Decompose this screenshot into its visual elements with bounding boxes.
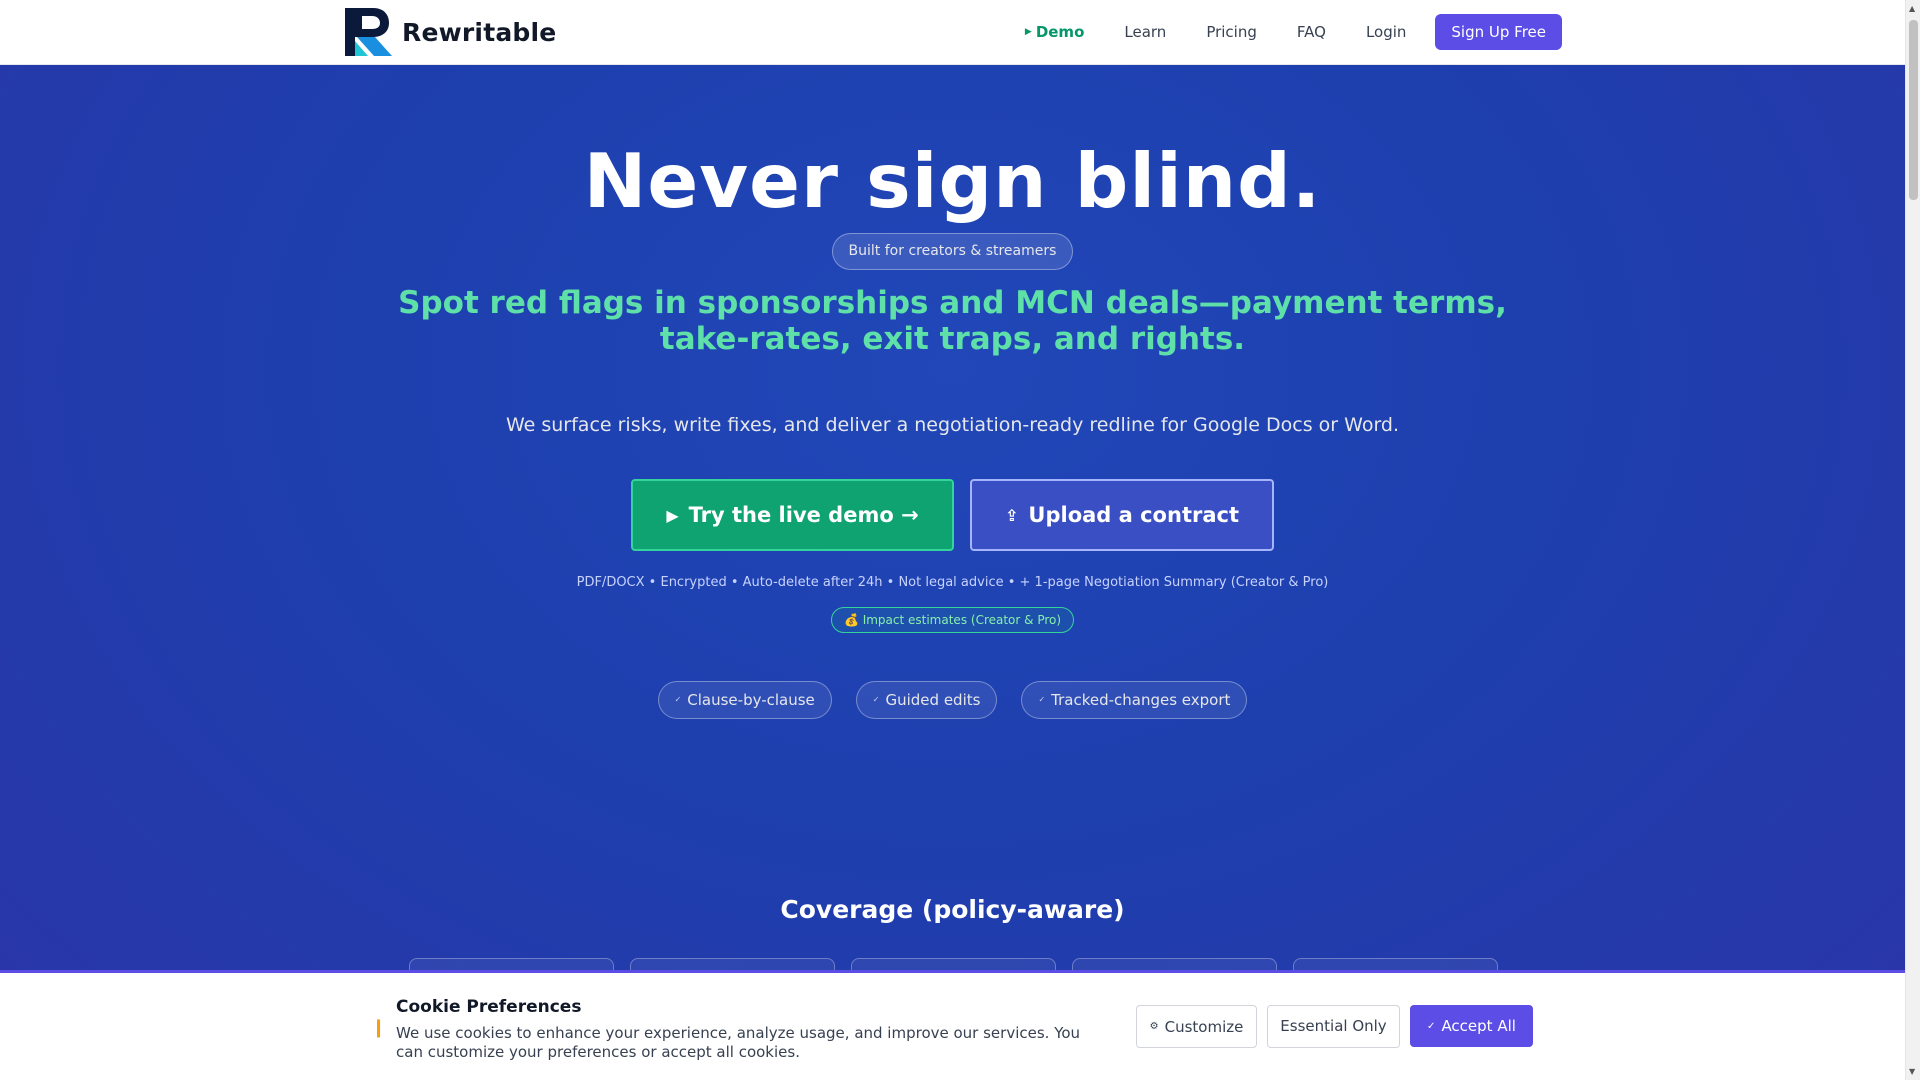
main-nav: ▶ Demo Learn Pricing FAQ Login Sign Up F…	[1025, 14, 1562, 50]
scroll-down-icon[interactable]: ▼	[1909, 1067, 1915, 1076]
cookie-title: Cookie Preferences	[396, 997, 582, 1017]
brand-name: Rewritable	[402, 17, 557, 47]
nav-faq-link[interactable]: FAQ	[1297, 14, 1326, 50]
upload-icon: ⇪	[1005, 505, 1019, 525]
upload-contract-button[interactable]: ⇪ Upload a contract	[970, 479, 1274, 551]
customize-label: Customize	[1164, 1017, 1244, 1036]
nav-demo-link[interactable]: ▶ Demo	[1025, 14, 1084, 50]
scroll-thumb[interactable]	[1909, 20, 1918, 200]
accept-all-button[interactable]: ✓ Accept All	[1410, 1005, 1533, 1047]
check-icon: ✓	[674, 695, 682, 704]
check-icon: ✓	[1427, 1020, 1436, 1032]
check-icon: ✓	[1038, 695, 1046, 704]
feature-chip-label: Guided edits	[885, 691, 981, 709]
hero-lede: We surface risks, write fixes, and deliv…	[505, 414, 1400, 436]
feature-chip: ✓ Guided edits	[855, 681, 998, 719]
cookie-text: We use cookies to enhance your experienc…	[396, 1024, 1081, 1061]
site-header: Rewritable ▶ Demo Learn Pricing FAQ Logi…	[0, 0, 1905, 65]
hero-subhead-line-1: Spot red flags in sponsorships and MCN d…	[398, 285, 1507, 321]
hero-subhead: Spot red flags in sponsorships and MCN d…	[0, 285, 1905, 357]
nav-login-link[interactable]: Login	[1366, 14, 1406, 50]
upload-contract-label: Upload a contract	[1028, 503, 1239, 527]
customize-button[interactable]: ⚙ Customize	[1136, 1005, 1257, 1048]
feature-chip: ✓ Tracked-changes export	[1021, 681, 1248, 719]
play-icon: ▶	[666, 505, 679, 525]
cookie-icon: ❙	[371, 1017, 387, 1038]
coverage-title: Coverage (policy-aware)	[780, 895, 1125, 924]
feature-chip: ✓ Clause-by-clause	[657, 681, 832, 719]
impact-estimates-badge: 💰 Impact estimates (Creator & Pro)	[831, 607, 1074, 633]
gear-icon: ⚙	[1149, 1021, 1159, 1032]
signup-button[interactable]: Sign Up Free	[1435, 14, 1562, 50]
cookie-banner: ❙ Cookie Preferences We use cookies to e…	[0, 970, 1905, 1080]
feature-chips: ✓ Clause-by-clause ✓ Guided edits ✓ Trac…	[0, 681, 1905, 719]
brand[interactable]: Rewritable	[345, 8, 556, 56]
check-icon: ✓	[872, 695, 880, 704]
accept-all-label: Accept All	[1441, 1017, 1516, 1035]
try-demo-button[interactable]: ▶ Try the live demo →	[631, 479, 954, 551]
feature-chip-label: Tracked-changes export	[1051, 691, 1231, 709]
page-scrollbar[interactable]: ▲ ▼	[1905, 0, 1920, 1080]
feature-chip-label: Clause-by-clause	[687, 691, 815, 709]
essential-only-button[interactable]: Essential Only	[1267, 1005, 1400, 1048]
try-demo-label: Try the live demo →	[688, 503, 919, 527]
nav-demo-label: Demo	[1035, 23, 1085, 41]
hero-subhead-line-2: take-rates, exit traps, and rights.	[659, 321, 1246, 357]
scroll-up-icon[interactable]: ▲	[1909, 4, 1915, 13]
hero-fineprint: PDF/DOCX • Encrypted • Auto-delete after…	[576, 575, 1329, 590]
hero-section: Never sign blind. Built for creators & s…	[0, 65, 1905, 1080]
play-icon: ▶	[1024, 27, 1032, 37]
brand-logo-icon	[345, 8, 392, 56]
hero-title: Never sign blind.	[583, 137, 1322, 225]
nav-learn-link[interactable]: Learn	[1124, 14, 1166, 50]
nav-pricing-link[interactable]: Pricing	[1206, 14, 1257, 50]
audience-tag: Built for creators & streamers	[832, 233, 1073, 270]
